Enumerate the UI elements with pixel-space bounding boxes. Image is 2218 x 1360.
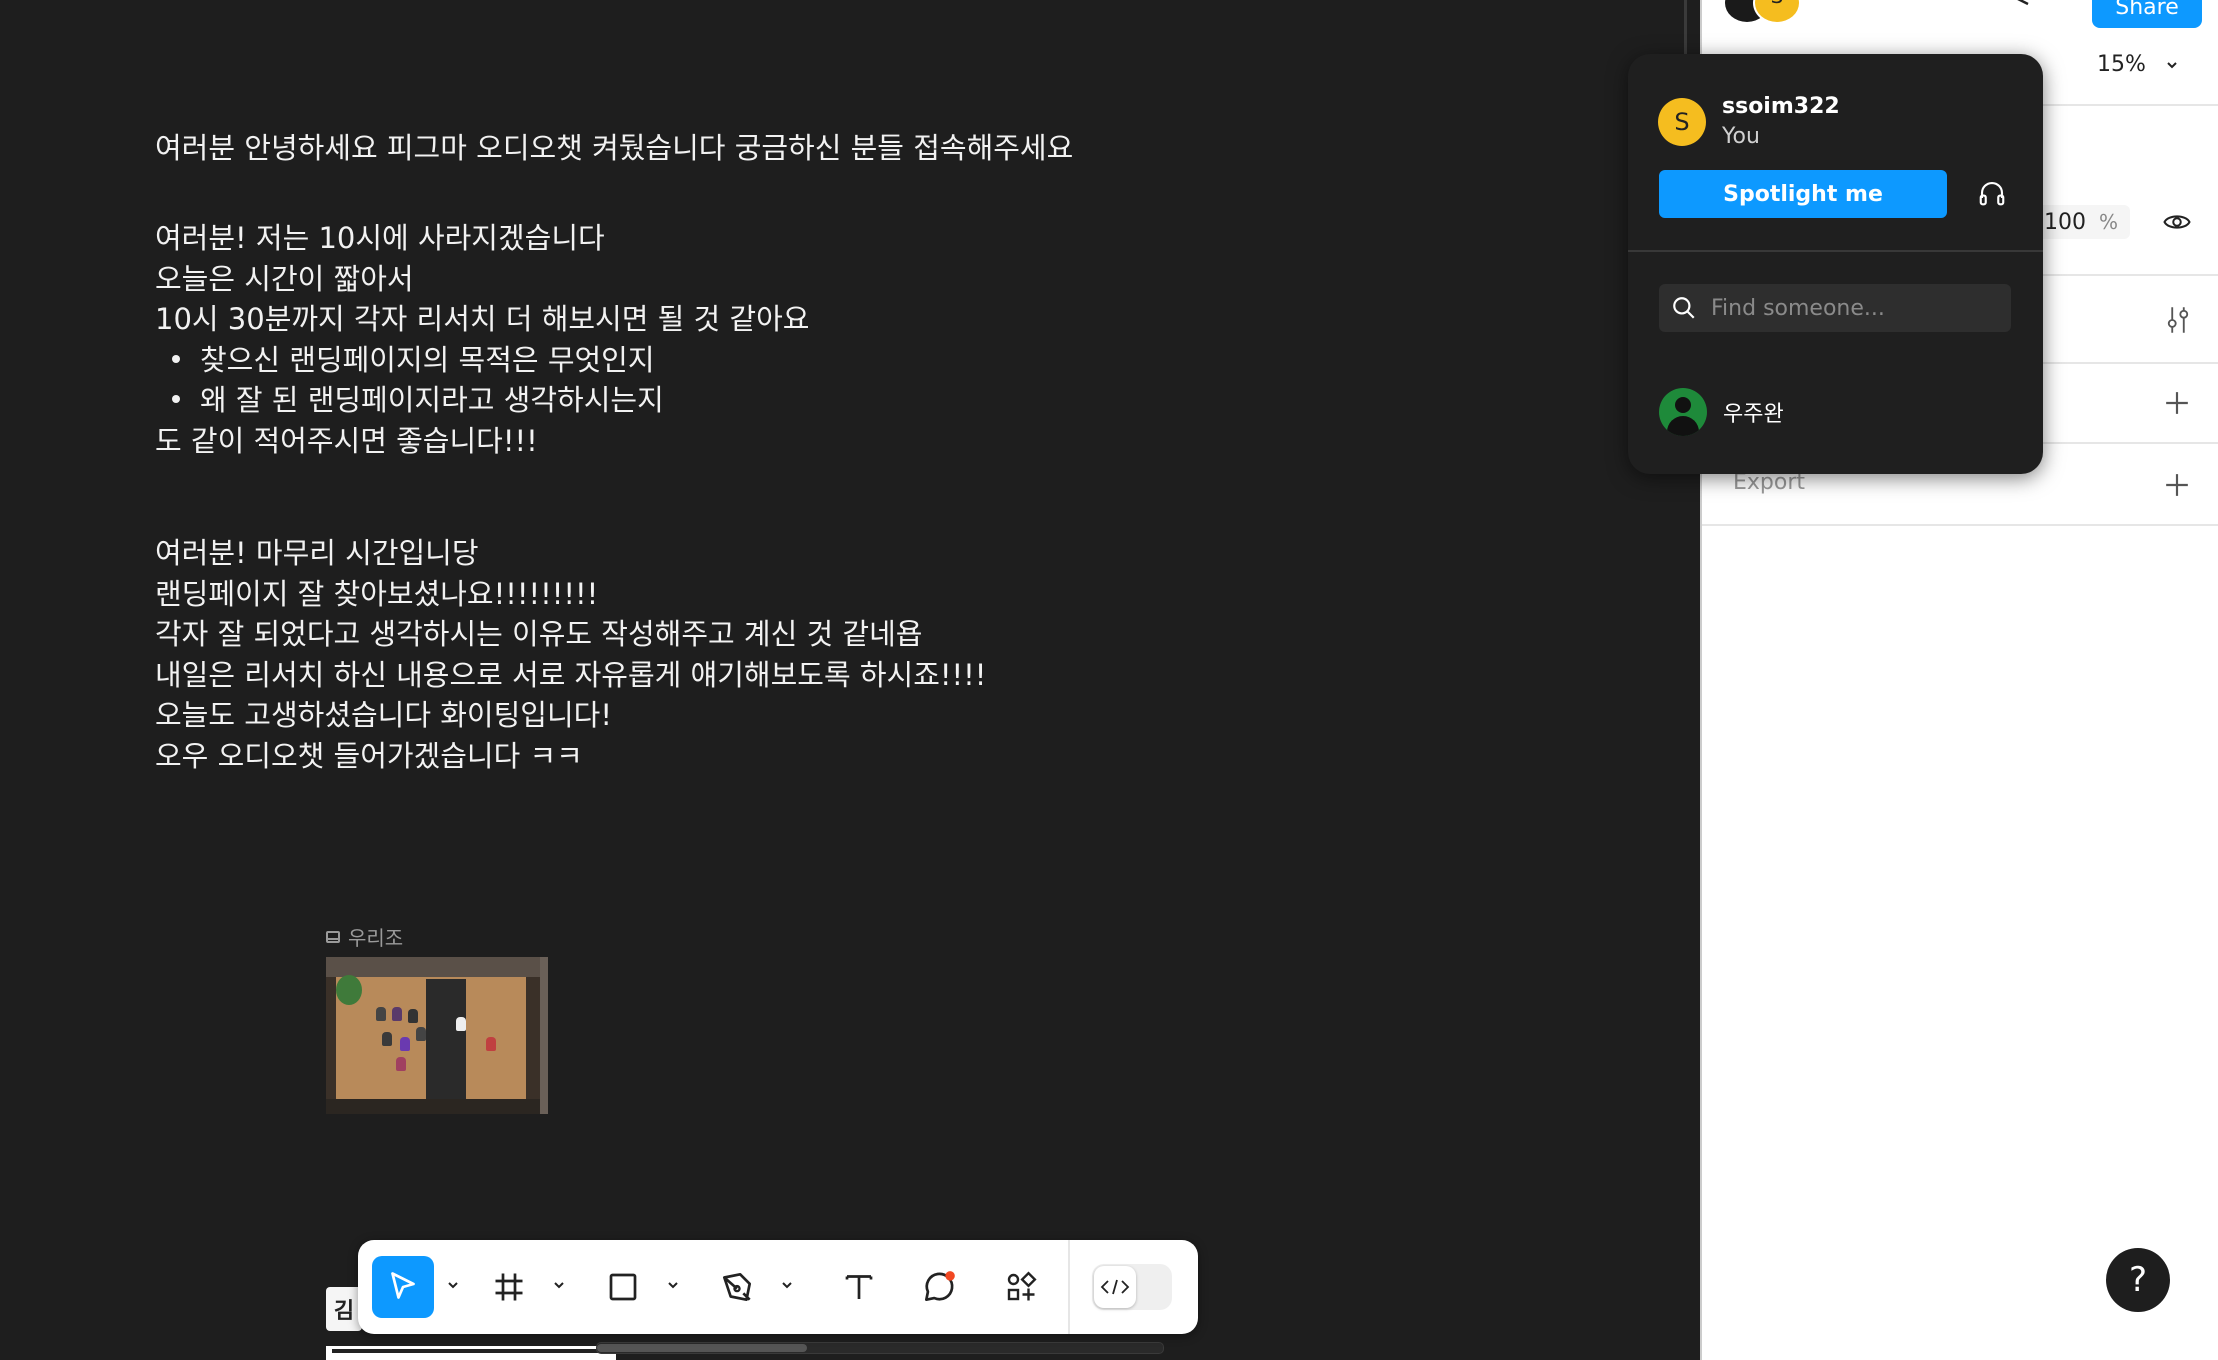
share-button[interactable]: Share: [2092, 0, 2202, 28]
horizontal-scrollbar[interactable]: [596, 1342, 1164, 1354]
opacity-value: 100: [2044, 209, 2086, 235]
avatar: [1659, 388, 1707, 436]
actions-tool-button[interactable]: [990, 1256, 1052, 1318]
zoom-dropdown[interactable]: 15%: [2097, 52, 2178, 77]
scrollbar-thumb[interactable]: [597, 1344, 807, 1352]
plant-icon: [336, 975, 362, 1005]
note-line: 도 같이 적어주시면 좋습니다!!!: [155, 423, 538, 458]
text-t-icon: [845, 1275, 873, 1299]
opacity-unit: %: [2098, 210, 2118, 234]
cursor-name-badge: 김: [326, 1287, 362, 1331]
note-line: 여러분! 마무리 시간입니당: [155, 536, 479, 570]
current-user: S ssoim322 You: [1658, 92, 1840, 152]
note-line: 10시 30분까지 각자 리서치 더 해보시면 될 것 같아요: [155, 302, 810, 336]
note-line: 오우 오디오챗 들어가겠습니다 ㅋㅋ: [155, 738, 583, 773]
audio-chat-popover: S ssoim322 You Spotlight me 우주완: [1628, 54, 2043, 474]
frame-hash-icon: [495, 1273, 523, 1301]
panel-edge: [1684, 0, 1687, 60]
avatar: S: [1658, 98, 1706, 146]
zoom-value: 15%: [2097, 52, 2146, 77]
add-plus-icon[interactable]: [2164, 390, 2190, 420]
frame-label[interactable]: 우리조: [326, 922, 403, 951]
frame-thumbnail-image[interactable]: [326, 957, 548, 1114]
note-line: 각자 잘 되었다고 생각하시는 이유도 작성해주고 계신 것 같네욥: [155, 617, 923, 651]
bullet-item: 찾으신 랜딩페이지의 목적은 무엇인지: [155, 340, 809, 381]
pen-tool-button[interactable]: [706, 1256, 768, 1318]
note-line: 오늘은 시간이 짧아서: [155, 261, 414, 296]
dev-mode-toggle[interactable]: [1092, 1264, 1172, 1310]
move-tool-chevron-down-icon[interactable]: [446, 1278, 460, 1292]
note-line: 오늘도 고생하셨습니다 화이팅입니다!: [155, 698, 612, 732]
note-line: 여러분 안녕하세요 피그마 오디오챗 켜뒀습니다 궁금하신 분들 접속해주세요: [155, 131, 1074, 165]
rectangle-tool-chevron-down-icon[interactable]: [666, 1278, 680, 1292]
help-button[interactable]: ?: [2106, 1248, 2170, 1312]
present-play-icon[interactable]: [2004, 0, 2034, 18]
note-line: 랜딩페이지 잘 찾아보셨나요!!!!!!!!!: [155, 576, 599, 611]
frame-tool-button[interactable]: [478, 1256, 540, 1318]
spotlight-me-button[interactable]: Spotlight me: [1659, 170, 1947, 218]
pen-tool-chevron-down-icon[interactable]: [780, 1278, 794, 1292]
text-note-3[interactable]: 여러분! 마무리 시간입니당 랜딩페이지 잘 찾아보셨나요!!!!!!!!! 각…: [155, 533, 986, 776]
move-tool-button[interactable]: [372, 1256, 434, 1318]
chevron-down-icon: [2167, 61, 2177, 68]
comment-bubble-icon: [924, 1271, 955, 1302]
add-export-plus-icon[interactable]: [2164, 472, 2190, 502]
text-note-1[interactable]: 여러분 안녕하세요 피그마 오디오챗 켜뒀습니다 궁금하신 분들 접속해주세요: [155, 130, 1073, 167]
bullet-item: 왜 잘 된 랜딩페이지라고 생각하시는지: [155, 380, 809, 421]
user-name: ssoim322: [1722, 94, 1840, 119]
participant-item[interactable]: 우주완: [1659, 388, 1784, 436]
search-icon: [1673, 297, 1695, 319]
cursor-arrow-icon: [391, 1272, 415, 1299]
style-sliders-icon[interactable]: [2164, 305, 2192, 339]
text-note-2[interactable]: 여러분! 저는 10시에 사라지겠습니다 오늘은 시간이 짧아서 10시 30분…: [155, 218, 809, 461]
participant-name: 우주완: [1723, 402, 1784, 427]
pen-nib-icon: [722, 1272, 752, 1302]
collaborator-avatars[interactable]: S: [1723, 0, 1858, 24]
popover-divider: [1628, 250, 2043, 252]
find-someone-field[interactable]: [1659, 284, 2011, 332]
rectangle-tool-button[interactable]: [592, 1256, 654, 1318]
headphones-icon[interactable]: [1977, 178, 2007, 212]
rectangle-icon: [609, 1273, 637, 1301]
find-someone-input[interactable]: [1709, 294, 2003, 322]
canvas[interactable]: 여러분 안녕하세요 피그마 오디오챗 켜뒀습니다 궁금하신 분들 접속해주세요 …: [0, 0, 1700, 1360]
note-line: 여러분! 저는 10시에 사라지겠습니다: [155, 221, 605, 255]
user-sub-label: You: [1722, 124, 1760, 149]
code-brackets-icon: [1094, 1266, 1136, 1308]
eye-visibility-icon[interactable]: [2162, 207, 2192, 241]
comment-tool-button[interactable]: [908, 1256, 970, 1318]
opacity-input[interactable]: 100 %: [2030, 205, 2130, 239]
frame-tool-chevron-down-icon[interactable]: [552, 1278, 566, 1292]
shapes-plus-icon: [1007, 1271, 1037, 1301]
text-tool-button[interactable]: [828, 1256, 890, 1318]
frame-name: 우리조: [348, 926, 404, 950]
toolbar-divider: [1068, 1240, 1070, 1334]
frame-icon: [326, 930, 340, 943]
canvas-object-partial[interactable]: [326, 1346, 616, 1360]
bottom-toolbar: [358, 1240, 1198, 1334]
note-line: 내일은 리서치 하신 내용으로 서로 자유롭게 얘기해보도록 하시죠!!!!: [155, 657, 987, 692]
